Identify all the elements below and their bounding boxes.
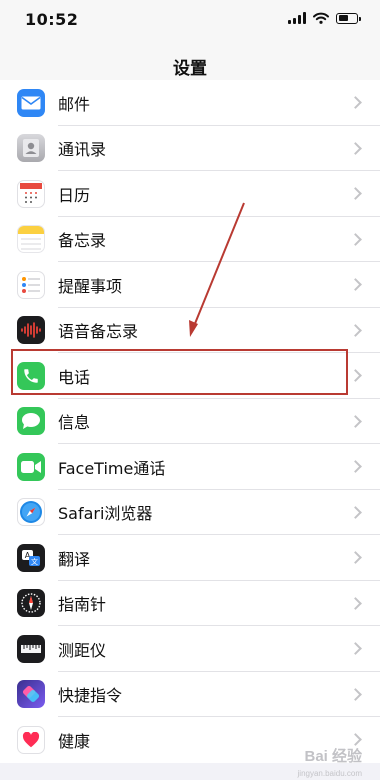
settings-row-label: 电话 bbox=[58, 367, 91, 387]
settings-row-messages[interactable]: 信息 bbox=[0, 399, 380, 444]
chevron-right-icon bbox=[349, 96, 362, 110]
mail-icon bbox=[17, 88, 45, 117]
compass-icon bbox=[17, 589, 45, 618]
settings-row-phone[interactable]: 电话 bbox=[0, 353, 380, 399]
chevron-right-icon bbox=[349, 642, 362, 656]
chevron-right-icon bbox=[349, 687, 362, 701]
settings-row-translate[interactable]: A文 翻译 bbox=[0, 535, 380, 581]
status-time: 10:52 bbox=[25, 10, 79, 29]
navigation-bar: 设置 bbox=[0, 44, 380, 85]
settings-row-label: 健康 bbox=[58, 731, 91, 751]
settings-row-label: 翻译 bbox=[58, 549, 91, 569]
settings-row-safari[interactable]: Safari浏览器 bbox=[0, 490, 380, 535]
phone-icon bbox=[17, 361, 45, 390]
settings-row-label: 快捷指令 bbox=[58, 686, 123, 706]
settings-row-calendar[interactable]: 日历 bbox=[0, 171, 380, 217]
svg-text:文: 文 bbox=[31, 557, 38, 566]
watermark: Bai 经验 bbox=[304, 748, 362, 765]
status-bar: 10:52 bbox=[0, 0, 380, 44]
chevron-right-icon bbox=[349, 414, 362, 428]
notes-icon bbox=[17, 225, 45, 254]
chevron-right-icon bbox=[349, 278, 362, 292]
chevron-right-icon bbox=[349, 551, 362, 565]
chevron-right-icon bbox=[349, 323, 362, 337]
shortcuts-icon bbox=[17, 680, 45, 709]
chevron-right-icon bbox=[349, 369, 362, 383]
settings-row-contacts[interactable]: 通讯录 bbox=[0, 126, 380, 171]
chevron-right-icon bbox=[349, 505, 362, 519]
measure-icon bbox=[17, 634, 45, 663]
chevron-right-icon bbox=[349, 596, 362, 610]
settings-row-shortcuts[interactable]: 快捷指令 bbox=[0, 672, 380, 717]
settings-row-facetime[interactable]: FaceTime通话 bbox=[0, 444, 380, 490]
settings-row-label: 信息 bbox=[58, 413, 91, 433]
settings-row-label: 指南针 bbox=[58, 595, 107, 615]
settings-row-label: FaceTime通话 bbox=[58, 458, 166, 478]
settings-row-label: 语音备忘录 bbox=[58, 322, 139, 342]
translate-icon: A文 bbox=[17, 543, 45, 572]
cellular-signal-icon bbox=[288, 12, 306, 24]
health-icon bbox=[17, 725, 45, 754]
settings-row-compass[interactable]: 指南针 bbox=[0, 581, 380, 626]
chevron-right-icon bbox=[349, 232, 362, 246]
safari-icon bbox=[17, 498, 45, 527]
wifi-icon bbox=[313, 12, 329, 24]
watermark-url: jingyan.baidu.com bbox=[297, 769, 362, 778]
page-title: 设置 bbox=[173, 59, 207, 79]
reminders-icon bbox=[17, 270, 45, 299]
settings-row-label: Safari浏览器 bbox=[58, 504, 153, 524]
settings-row-label: 通讯录 bbox=[58, 140, 107, 160]
contacts-icon bbox=[17, 134, 45, 163]
settings-row-label: 日历 bbox=[58, 185, 91, 205]
voice-memos-icon bbox=[17, 316, 45, 345]
settings-row-label: 邮件 bbox=[58, 94, 91, 114]
settings-row-label: 备忘录 bbox=[58, 231, 107, 251]
status-icons bbox=[288, 12, 361, 24]
facetime-icon bbox=[17, 452, 45, 481]
chevron-right-icon bbox=[349, 141, 362, 155]
chevron-right-icon bbox=[349, 187, 362, 201]
settings-row-label: 测距仪 bbox=[58, 640, 107, 660]
settings-row-reminders[interactable]: 提醒事项 bbox=[0, 262, 380, 308]
settings-row-voice-memos[interactable]: 语音备忘录 bbox=[0, 308, 380, 353]
messages-icon bbox=[17, 407, 45, 436]
settings-row-label: 提醒事项 bbox=[58, 276, 123, 296]
settings-row-measure[interactable]: 测距仪 bbox=[0, 626, 380, 672]
battery-icon bbox=[336, 12, 361, 24]
settings-list: 邮件 通讯录 日历 备忘录 提醒事项 语音备忘录 电话 信息 FaceTime通… bbox=[0, 80, 380, 763]
settings-row-notes[interactable]: 备忘录 bbox=[0, 217, 380, 262]
calendar-icon bbox=[17, 179, 45, 208]
settings-row-mail[interactable]: 邮件 bbox=[0, 80, 380, 126]
chevron-right-icon bbox=[349, 460, 362, 474]
